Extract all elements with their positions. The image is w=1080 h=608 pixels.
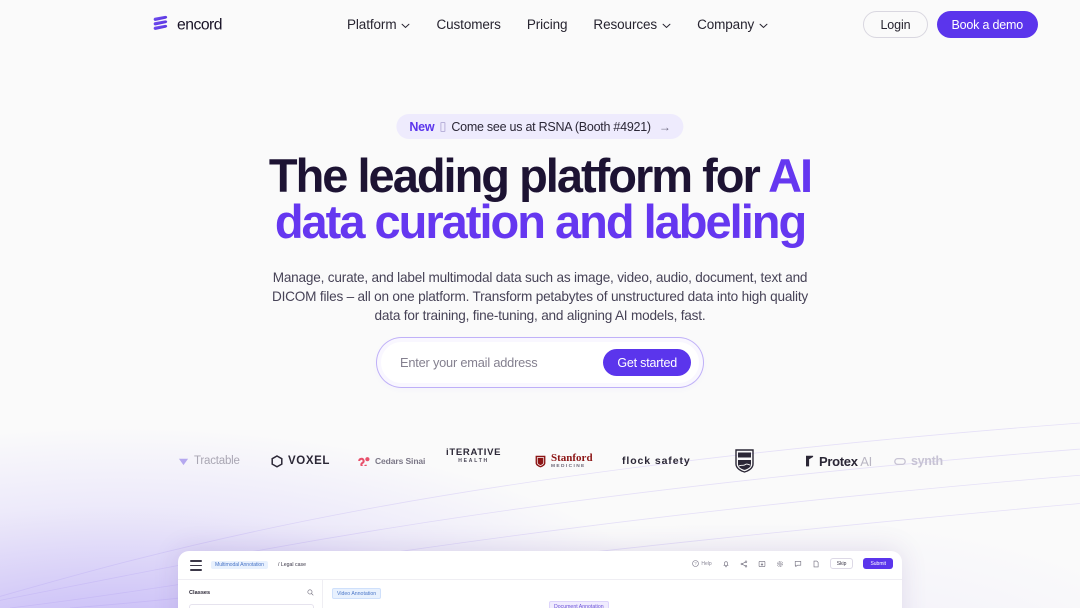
- chevron-down-icon: [759, 23, 768, 28]
- help-label: Help: [701, 560, 712, 567]
- logo-tractable: Tractable: [178, 447, 240, 475]
- get-started-button[interactable]: Get started: [603, 349, 691, 376]
- logo-shield-crest: [735, 447, 754, 475]
- nav-item-company[interactable]: Company: [697, 17, 768, 32]
- skip-button[interactable]: Skip: [829, 558, 854, 569]
- submit-button[interactable]: Submit: [863, 558, 893, 569]
- classes-search-input[interactable]: Search classes: [189, 604, 314, 608]
- bell-icon[interactable]: [722, 560, 730, 568]
- customer-logo-strip: Tractable VOXEL Cedars Sinai iTERATIVE H…: [0, 447, 1080, 475]
- app-body: Classes Search classes Video Annotation …: [178, 580, 902, 608]
- site-header: encord Platform Customers Pricing Resour…: [0, 0, 1080, 49]
- app-toolbar: ? Help Skip Submit: [692, 558, 893, 569]
- voxel-hexagon-icon: [271, 454, 283, 468]
- tab-document-annotation[interactable]: Document Annotation: [549, 601, 609, 608]
- main-navigation: Platform Customers Pricing Resources Com…: [347, 0, 768, 49]
- logo-sublabel: MEDICINE: [551, 463, 586, 469]
- annotation-workspace: Video Annotation Document Annotation 0:0…: [323, 580, 902, 608]
- synthesia-icon: [894, 457, 906, 465]
- announcement-text: Come see us at RSNA (Booth #4921): [451, 119, 651, 134]
- nav-label: Customers: [436, 17, 501, 32]
- share-icon[interactable]: [740, 560, 748, 568]
- image-icon[interactable]: [758, 560, 766, 568]
- encord-stacked-layers-logo-icon: [153, 15, 168, 30]
- help-circle-icon: ?: [692, 560, 699, 567]
- logo-label: iTERATIVE: [446, 447, 502, 458]
- logo-protex-ai: Protex AI: [805, 447, 872, 475]
- svg-text:?: ?: [694, 561, 697, 566]
- svg-text:encord: encord: [177, 16, 222, 32]
- nav-item-customers[interactable]: Customers: [436, 17, 500, 32]
- document-icon[interactable]: [812, 560, 820, 568]
- settings-gear-icon[interactable]: [776, 560, 784, 568]
- hamburger-menu-icon[interactable]: [190, 560, 202, 571]
- logo-iterative-health: iTERATIVE HEALTH: [446, 447, 501, 475]
- help-button[interactable]: ? Help: [692, 560, 712, 567]
- nav-item-resources[interactable]: Resources: [593, 17, 671, 32]
- chevron-down-icon: [402, 23, 410, 28]
- classes-panel: Classes Search classes: [178, 580, 323, 608]
- logo-sublabel: HEALTH: [458, 458, 489, 464]
- email-capture-form: Get started: [381, 342, 699, 383]
- product-screenshot-card: Multimodal Annotation / Legal case ? Hel…: [178, 551, 902, 608]
- tractable-diamond-icon: [178, 458, 189, 465]
- nav-label: Platform: [347, 17, 397, 32]
- logo-label: Cedars Sinai: [375, 456, 426, 466]
- search-icon[interactable]: [307, 589, 314, 596]
- logo-stanford-medicine: Stanford MEDICINE: [535, 447, 593, 475]
- landing-page: encord Platform Customers Pricing Resour…: [0, 0, 1080, 608]
- logo-label: Tractable: [194, 455, 240, 467]
- nav-label: Resources: [593, 17, 658, 32]
- breadcrumb-chip[interactable]: Multimodal Annotation: [211, 561, 268, 569]
- tab-video-annotation[interactable]: Video Annotation: [332, 588, 382, 599]
- app-topbar: Multimodal Annotation / Legal case ? Hel…: [178, 551, 902, 580]
- nav-item-platform[interactable]: Platform: [347, 17, 410, 32]
- nav-label: Pricing: [526, 17, 568, 32]
- logo-cedars-sinai: Cedars Sinai: [357, 447, 425, 475]
- stanford-shield-icon: [535, 455, 546, 467]
- hero-subtitle: Manage, curate, and label multimodal dat…: [271, 270, 808, 323]
- header-actions: Login Book a demo: [863, 11, 1038, 38]
- login-button[interactable]: Login: [863, 11, 928, 38]
- announcement-separator-glyph: [440, 121, 446, 132]
- logo-label: Protex AI: [819, 453, 872, 469]
- logo-label: flock safety: [622, 455, 691, 467]
- shield-crest-icon: [735, 449, 754, 473]
- classes-panel-title: Classes: [189, 589, 211, 596]
- arrow-right-icon: →: [658, 119, 671, 134]
- protex-ai-icon: [806, 455, 814, 467]
- logo-label: synth: [911, 454, 943, 468]
- book-a-demo-button[interactable]: Book a demo: [936, 11, 1038, 38]
- announcement-banner[interactable]: New Come see us at RSNA (Booth #4921) →: [396, 114, 684, 139]
- nav-item-pricing[interactable]: Pricing: [527, 17, 568, 32]
- chat-bubble-icon[interactable]: [794, 560, 802, 568]
- logo-synthesia: synth: [894, 447, 943, 475]
- nav-label: Company: [697, 17, 755, 32]
- logo-voxel: VOXEL: [271, 447, 330, 475]
- brand-logo[interactable]: encord: [150, 13, 277, 35]
- page-title: The leading platform for AI data curatio…: [0, 152, 1080, 248]
- logo-label: Stanford: [551, 451, 593, 464]
- chevron-down-icon: [662, 23, 671, 28]
- logo-label: VOXEL: [288, 455, 330, 467]
- email-input[interactable]: [382, 344, 604, 381]
- classes-panel-header: Classes: [189, 589, 314, 596]
- logo-flock-safety: flock safety: [622, 447, 691, 475]
- breadcrumb-current: / Legal case: [278, 562, 306, 568]
- logo-text-stack: Stanford MEDICINE: [551, 451, 593, 470]
- announcement-badge: New: [409, 119, 435, 134]
- cedars-sinai-icon: [358, 457, 370, 466]
- encord-wordmark: encord: [177, 16, 223, 32]
- headline-line-2: data curation and labeling: [274, 195, 807, 248]
